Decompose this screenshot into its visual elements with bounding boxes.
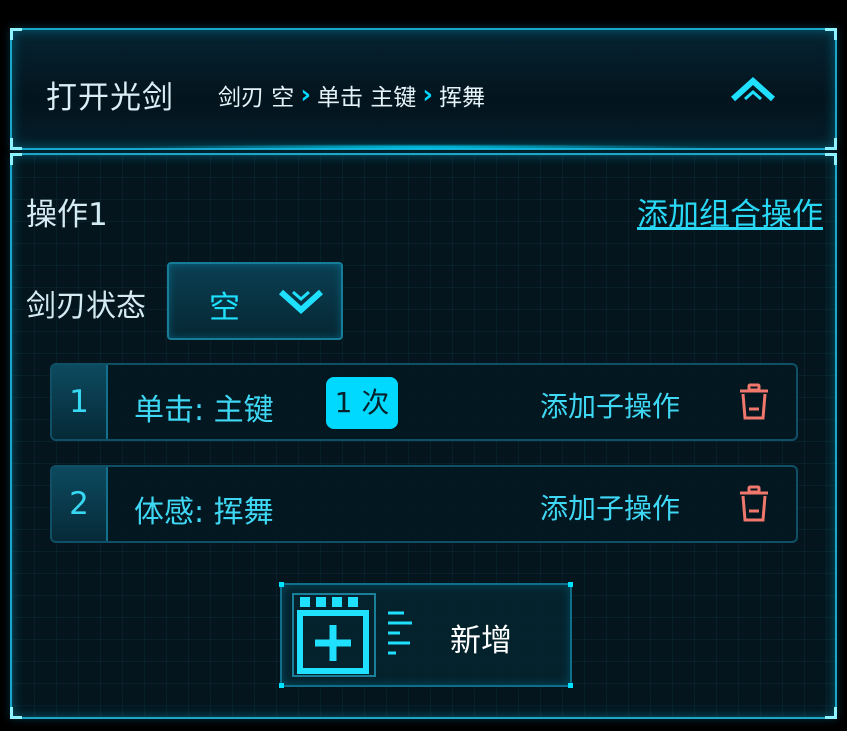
step-row: 1 单击: 主键 1 次 添加子操作	[50, 363, 798, 441]
step-count-badge[interactable]: 1 次	[326, 377, 398, 429]
step-action-text: 体感: 挥舞	[134, 495, 274, 530]
add-sub-operation-button[interactable]: 添加子操作	[540, 385, 680, 425]
breadcrumb: 剑刃 空 › 单击 主键 › 挥舞	[218, 78, 485, 112]
step-action-text: 单击: 主键	[134, 393, 274, 428]
page-title: 打开光剑	[46, 80, 174, 116]
corner-dot	[279, 582, 284, 587]
operation-title: 操作1	[26, 197, 108, 233]
trash-icon	[740, 383, 768, 420]
corner-accent	[825, 28, 837, 40]
trash-icon	[740, 485, 768, 522]
corner-dot	[568, 683, 573, 688]
corner-accent	[825, 138, 837, 150]
breadcrumb-item: 剑刃 空	[218, 85, 295, 111]
corner-accent	[10, 153, 22, 165]
chevron-right-icon: ›	[422, 80, 434, 110]
blade-state-value: 空	[209, 290, 240, 326]
add-combo-operation-link[interactable]: 添加组合操作	[637, 189, 823, 234]
header-bar: 打开光剑 剑刃 空 › 单击 主键 › 挥舞	[10, 28, 837, 150]
list-lines-icon	[388, 611, 412, 655]
breadcrumb-item: 挥舞	[439, 85, 486, 111]
blade-state-select[interactable]: 空	[167, 262, 343, 340]
chevron-right-icon: ›	[300, 80, 312, 110]
chevron-up-icon	[730, 76, 776, 102]
delete-step-button[interactable]	[738, 485, 770, 523]
corner-accent	[825, 707, 837, 719]
corner-dot	[279, 683, 284, 688]
collapse-button[interactable]	[729, 75, 777, 105]
step-index: 2	[52, 467, 108, 541]
delete-step-button[interactable]	[738, 383, 770, 421]
corner-accent	[825, 153, 837, 165]
breadcrumb-item: 单击 主键	[317, 85, 417, 111]
step-row: 2 体感: 挥舞 添加子操作	[50, 465, 798, 543]
step-index: 1	[52, 365, 108, 439]
corner-accent	[10, 138, 22, 150]
add-box-icon	[292, 593, 376, 677]
blade-state-label: 剑刃状态	[26, 289, 146, 324]
operation-panel: 操作1 添加组合操作 剑刃状态 空 1 单击: 主键 1 次 添加子操作 2 体…	[10, 153, 837, 719]
add-new-button[interactable]: 新增	[279, 582, 573, 688]
add-sub-operation-button[interactable]: 添加子操作	[540, 487, 680, 527]
corner-accent	[10, 707, 22, 719]
corner-accent	[10, 28, 22, 40]
corner-dot	[568, 582, 573, 587]
add-new-label: 新增	[450, 623, 512, 659]
chevron-down-icon	[278, 289, 324, 315]
